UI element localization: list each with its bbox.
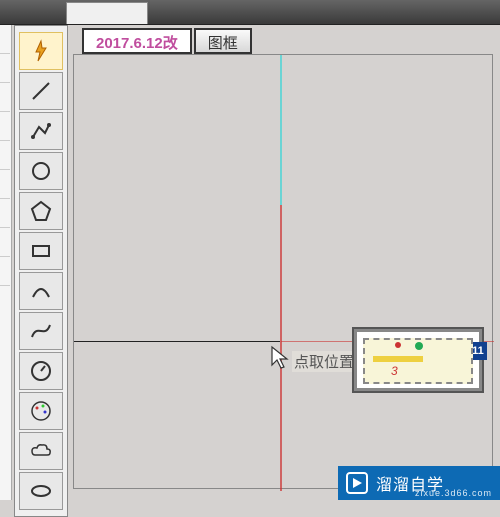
- drawing-canvas[interactable]: 点取位置或 11 3: [73, 54, 493, 489]
- tool-arc[interactable]: [19, 272, 63, 310]
- preview-number: 3: [391, 364, 398, 378]
- title-bar: [0, 0, 500, 25]
- tool-line[interactable]: [19, 72, 63, 110]
- tab-document-1[interactable]: 2017.6.12改: [82, 28, 192, 54]
- tool-spline[interactable]: [19, 312, 63, 350]
- tool-circle[interactable]: [19, 152, 63, 190]
- block-preview[interactable]: 11 3: [354, 329, 482, 391]
- gauge-icon: [29, 359, 53, 383]
- preview-content: 3: [363, 338, 473, 384]
- tool-gauge[interactable]: [19, 352, 63, 390]
- crosshair-vertical-bottom: [280, 205, 282, 491]
- tab-well-bg: [66, 2, 148, 24]
- tool-lightning[interactable]: [19, 32, 63, 70]
- rectangle-icon: [29, 239, 53, 263]
- ellipse-icon: [29, 479, 53, 503]
- tool-polyline[interactable]: [19, 112, 63, 150]
- crosshair-vertical-top: [280, 55, 282, 205]
- tool-cloud[interactable]: [19, 432, 63, 470]
- tool-ellipse[interactable]: [19, 472, 63, 510]
- spline-icon: [29, 319, 53, 343]
- tool-palette: [14, 25, 68, 517]
- line-icon: [29, 79, 53, 103]
- play-icon: [346, 472, 368, 494]
- arc-icon: [29, 279, 53, 303]
- circle-icon: [29, 159, 53, 183]
- tool-rectangle[interactable]: [19, 232, 63, 270]
- tool-polygon[interactable]: [19, 192, 63, 230]
- watermark-url: zixue.3d66.com: [415, 488, 492, 498]
- watermark-banner[interactable]: 溜溜自学 zixue.3d66.com: [338, 466, 500, 500]
- cloud-icon: [29, 439, 53, 463]
- tab-document-2[interactable]: 图框: [194, 28, 252, 54]
- document-tabs: 2017.6.12改 图框: [82, 28, 252, 54]
- lightning-icon: [29, 39, 53, 63]
- tool-color-picker[interactable]: [19, 392, 63, 430]
- polygon-icon: [29, 199, 53, 223]
- polyline-icon: [29, 119, 53, 143]
- palette-icon: [29, 399, 53, 423]
- crosshair-horizontal-left: [74, 341, 280, 342]
- panel-strip: [0, 25, 12, 500]
